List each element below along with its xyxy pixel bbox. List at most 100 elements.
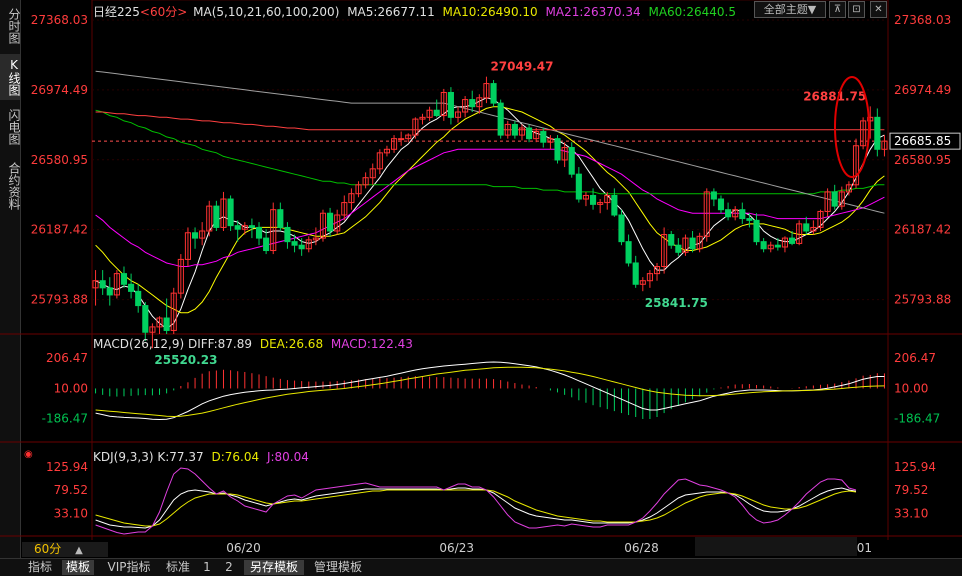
first-icon[interactable]: ⊼ xyxy=(829,1,846,18)
period-selector[interactable]: 60分 ▲ xyxy=(22,542,108,557)
candle-body xyxy=(618,214,625,243)
x-axis-label: 06/28 xyxy=(624,541,659,555)
period-tag: <60分> xyxy=(139,5,188,19)
candle-body xyxy=(284,226,291,243)
macd-title: MACD(26,12,9) xyxy=(93,337,185,351)
tab-1[interactable]: 1 xyxy=(200,560,214,575)
candle-body xyxy=(213,205,220,228)
extreme-price-annotation: 26881.75 xyxy=(803,89,866,103)
kdj-marker-icon: ◉ xyxy=(24,449,33,460)
candle-body xyxy=(554,138,561,161)
candle-body xyxy=(746,218,753,221)
candle-body xyxy=(234,225,241,230)
price-tick-right: 27368.03 xyxy=(894,13,951,27)
macd-tick-left: 10.00 xyxy=(54,381,88,395)
price-tick-right: 26974.49 xyxy=(894,83,951,97)
kdj-tick-right: 79.52 xyxy=(894,483,928,497)
macd-tick-right: 10.00 xyxy=(894,381,928,395)
candle-body xyxy=(142,305,149,333)
candle-body xyxy=(497,102,504,136)
price-tick-left: 26187.42 xyxy=(31,223,88,237)
scroll-band xyxy=(695,537,857,556)
tab-templates[interactable]: 模板 xyxy=(62,560,94,575)
candle-body xyxy=(469,99,476,108)
candle-body xyxy=(248,225,255,228)
kdj-k: K:77.37 xyxy=(157,450,204,464)
close-icon[interactable]: ✕ xyxy=(870,1,887,18)
candle-body xyxy=(526,127,533,140)
kdj-tick-left: 125.94 xyxy=(46,460,88,474)
x-axis-label: 06/20 xyxy=(226,541,261,555)
candle-body xyxy=(625,241,632,264)
kline-chart[interactable]: 27368.03 27368.03 26974.49 26974.49 26580.95… xyxy=(0,0,962,575)
candle-body xyxy=(540,131,547,143)
macd-tick-right: -186.47 xyxy=(894,412,940,426)
ma-line-ma100 xyxy=(95,70,885,214)
candlestick-series xyxy=(92,76,888,349)
candle-body xyxy=(739,209,746,220)
candle-body xyxy=(760,241,767,250)
macd-dea: DEA:26.68 xyxy=(259,337,324,351)
macd-value: MACD:122.43 xyxy=(330,337,413,351)
candle-body xyxy=(689,237,696,250)
candle-body xyxy=(398,138,405,141)
candle-body xyxy=(632,262,639,285)
macd-dea-line xyxy=(95,366,885,418)
kdj-title: KDJ(9,3,3) xyxy=(93,450,154,464)
symbol-label: 日经225 xyxy=(93,5,140,19)
candle-body xyxy=(668,234,675,246)
macd-tick-left: -186.47 xyxy=(42,412,88,426)
candle-body xyxy=(447,91,454,118)
tab-save-template[interactable]: 另存模板 xyxy=(244,560,304,575)
candle-body xyxy=(227,198,234,227)
candle-body xyxy=(589,194,597,205)
period-arrow-icon: ▲ xyxy=(75,545,83,556)
kdj-tick-left: 79.52 xyxy=(54,483,88,497)
candle-body xyxy=(774,244,781,248)
price-tick-left: 26580.95 xyxy=(31,153,88,167)
price-tick-right: 26187.42 xyxy=(894,223,951,237)
maximize-icon[interactable]: ⊡ xyxy=(848,1,865,18)
kdj-j-line xyxy=(95,467,857,535)
kdj-info-row: KDJ(9,3,3) K:77.37 D:76.04 J:80.04 xyxy=(93,450,309,464)
price-tick-right: 26580.95 xyxy=(894,153,951,167)
ma21-value: MA21:26370.34 xyxy=(545,5,641,19)
price-tick-right: 25793.88 xyxy=(894,293,951,307)
kdj-panel xyxy=(95,467,857,535)
candle-body xyxy=(717,198,725,211)
candle-body xyxy=(511,123,518,136)
x-axis-label: 06/23 xyxy=(439,541,474,555)
period-label: 60分 xyxy=(34,542,62,556)
tab-standard[interactable]: 标准 xyxy=(162,560,194,575)
macd-tick-right: 206.47 xyxy=(894,351,936,365)
candle-body xyxy=(831,191,838,207)
candle-body xyxy=(99,280,106,289)
candle-body xyxy=(163,317,170,331)
price-tick-left: 25793.88 xyxy=(31,293,88,307)
candle-body xyxy=(433,109,440,117)
candle-body xyxy=(803,223,810,232)
macd-panel xyxy=(95,361,885,421)
ma-title: MA(5,10,21,60,100,200) xyxy=(193,5,340,19)
candle-body xyxy=(255,226,263,239)
kdj-j: J:80.04 xyxy=(266,450,309,464)
ma10-value: MA10:26490.10 xyxy=(442,5,538,19)
candle-body xyxy=(710,191,717,200)
last-price-label: 26685.85 xyxy=(894,134,951,148)
macd-info-row: MACD(26,12,9) DIFF:87.89 DEA:26.68 MACD:… xyxy=(93,337,413,351)
candle-body xyxy=(568,147,575,175)
bottom-toolbar: 指标 模板 VIP指标 标准 1 2 另存模板 管理模板 xyxy=(0,558,962,576)
tab-2[interactable]: 2 xyxy=(222,560,236,575)
extreme-price-annotation: 27049.47 xyxy=(490,60,553,74)
tab-indicators[interactable]: 指标 xyxy=(24,560,56,575)
tab-manage-templates[interactable]: 管理模板 xyxy=(308,560,368,575)
kdj-tick-left: 33.10 xyxy=(54,506,88,520)
tab-vip-indicators[interactable]: VIP指标 xyxy=(104,560,154,575)
price-tick-left: 26974.49 xyxy=(31,83,88,97)
candle-body xyxy=(575,173,582,200)
main-panel-frame xyxy=(91,0,889,335)
ma60-value: MA60:26440.5 xyxy=(648,5,736,19)
candle-body xyxy=(128,283,135,292)
candle-body xyxy=(263,237,270,252)
theme-dropdown[interactable]: 全部主题▼ xyxy=(754,1,826,18)
